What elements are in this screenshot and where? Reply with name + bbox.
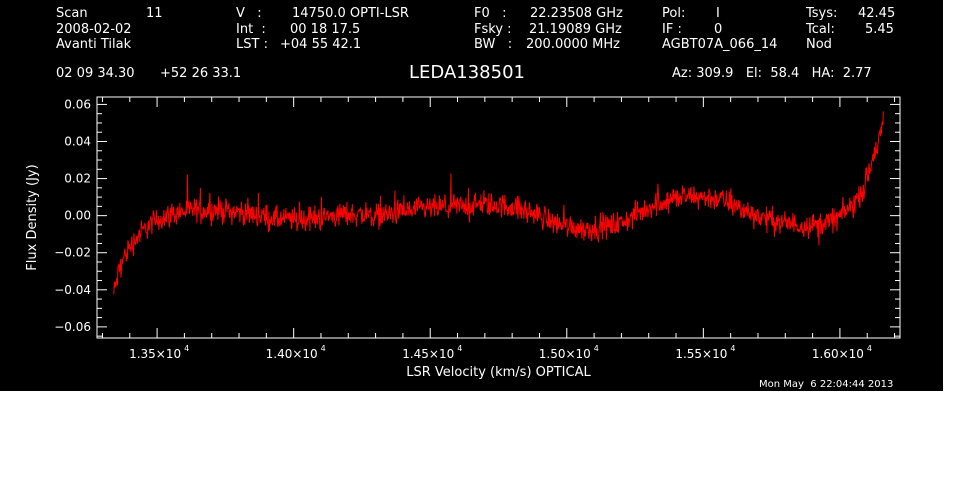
y-tick-label: −0.02 <box>54 246 91 260</box>
x-tick-label: 1.40×10 <box>266 347 318 361</box>
x-tick-exponent: 4 <box>730 344 735 353</box>
x-tick-label: 1.55×10 <box>675 347 727 361</box>
spectrum-series-line <box>112 111 884 295</box>
x-tick-exponent: 4 <box>321 344 326 353</box>
x-axis-label: LSR Velocity (km/s) OPTICAL <box>406 365 591 380</box>
x-tick-label: 1.35×10 <box>129 347 181 361</box>
y-tick-label: −0.06 <box>54 320 91 334</box>
y-tick-label: 0.04 <box>64 134 91 148</box>
timestamp: Mon May 6 22:04:44 2013 <box>759 379 894 390</box>
y-axis-label: Flux Density (Jy) <box>25 164 40 270</box>
y-tick-label: 0.00 <box>64 209 91 223</box>
x-tick-label: 1.60×10 <box>812 347 864 361</box>
y-tick-label: 0.06 <box>64 97 91 111</box>
x-tick-label: 1.45×10 <box>402 347 454 361</box>
x-tick-exponent: 4 <box>867 344 872 353</box>
spectrum-chart: −0.06−0.04−0.020.000.020.040.061.35×10 4 1… <box>25 96 901 380</box>
x-tick-exponent: 4 <box>594 344 599 353</box>
x-tick-exponent: 4 <box>457 344 462 353</box>
y-tick-label: −0.04 <box>54 283 91 297</box>
y-tick-label: 0.02 <box>64 172 91 186</box>
x-tick-label: 1.50×10 <box>539 347 591 361</box>
x-tick-exponent: 4 <box>184 344 189 353</box>
